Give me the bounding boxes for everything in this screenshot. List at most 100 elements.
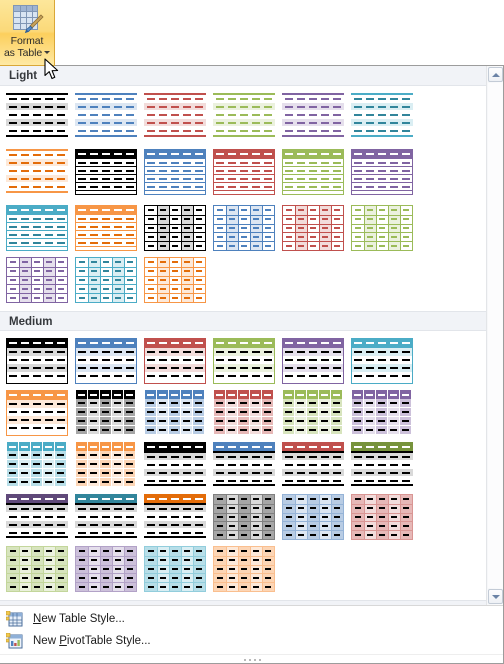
scroll-down-button[interactable] xyxy=(488,589,503,604)
style-grid-light xyxy=(0,86,486,311)
table-style-medium-11-preview xyxy=(282,390,344,438)
table-style-light-21-preview xyxy=(144,257,206,305)
format-as-table-gallery-screen: Format as Table Light Medium Dark New Tabl… xyxy=(0,0,504,664)
table-style-medium-23[interactable] xyxy=(282,492,351,544)
table-style-medium-21[interactable] xyxy=(144,492,213,544)
table-style-medium-13[interactable] xyxy=(6,440,75,492)
table-style-medium-19[interactable] xyxy=(6,492,75,544)
table-style-light-2[interactable] xyxy=(75,91,144,147)
table-style-medium-4[interactable] xyxy=(213,336,282,388)
format-as-table-button[interactable]: Format as Table xyxy=(0,0,55,66)
table-style-light-8[interactable] xyxy=(75,147,144,199)
table-style-medium-4-preview xyxy=(213,338,275,386)
table-style-light-15-preview xyxy=(144,205,206,253)
chevron-down-icon[interactable] xyxy=(44,50,51,54)
format-as-table-label: Format as Table xyxy=(4,35,51,59)
table-style-medium-16[interactable] xyxy=(213,440,282,492)
table-style-medium-8[interactable] xyxy=(75,388,144,440)
table-style-medium-10-preview xyxy=(213,390,275,438)
table-style-medium-16-preview xyxy=(213,442,275,490)
new-pivottable-style-label: New PivotTable Style... xyxy=(33,635,151,647)
table-style-medium-25-preview xyxy=(6,546,68,594)
paintbrush-icon xyxy=(24,14,44,34)
table-style-medium-1[interactable] xyxy=(6,336,75,388)
section-header-dark: Dark xyxy=(0,600,486,605)
table-style-light-9-preview xyxy=(144,149,206,197)
table-style-medium-1-preview xyxy=(6,338,68,386)
table-style-light-14-preview xyxy=(75,205,137,253)
table-style-light-15[interactable] xyxy=(144,203,213,255)
table-style-medium-27-preview xyxy=(144,546,206,594)
new-table-style-label: New Table Style... xyxy=(33,613,125,625)
table-style-medium-19-preview xyxy=(6,494,68,542)
table-style-medium-27[interactable] xyxy=(144,544,213,596)
scrollbar-track[interactable] xyxy=(488,83,502,588)
table-style-light-12[interactable] xyxy=(351,147,420,199)
table-style-medium-12[interactable] xyxy=(351,388,420,440)
table-style-light-12-preview xyxy=(351,149,413,197)
table-style-light-6-preview xyxy=(351,93,413,145)
table-style-medium-20[interactable] xyxy=(75,492,144,544)
gallery-scroll-area[interactable]: Light Medium Dark xyxy=(0,66,486,605)
table-style-medium-15[interactable] xyxy=(144,440,213,492)
new-pivottable-style-menu-item[interactable]: New PivotTable Style... xyxy=(0,630,503,652)
table-style-medium-26-preview xyxy=(75,546,137,594)
section-header-medium: Medium xyxy=(0,311,486,331)
table-style-light-13[interactable] xyxy=(6,203,75,255)
table-style-medium-10[interactable] xyxy=(213,388,282,440)
table-style-medium-14-preview xyxy=(75,442,137,490)
table-style-light-16-preview xyxy=(213,205,275,253)
table-brush-icon xyxy=(11,4,44,34)
table-style-light-5[interactable] xyxy=(282,91,351,147)
table-style-medium-17-preview xyxy=(282,442,344,490)
table-style-light-17[interactable] xyxy=(282,203,351,255)
scroll-up-button[interactable] xyxy=(488,67,503,82)
table-style-light-16[interactable] xyxy=(213,203,282,255)
table-style-light-21[interactable] xyxy=(144,255,213,307)
table-style-light-1[interactable] xyxy=(6,91,75,147)
table-style-light-4[interactable] xyxy=(213,91,282,147)
table-style-medium-24[interactable] xyxy=(351,492,420,544)
table-style-light-19[interactable] xyxy=(6,255,75,307)
table-style-medium-6-preview xyxy=(351,338,413,386)
table-style-medium-5[interactable] xyxy=(282,336,351,388)
table-style-light-2-preview xyxy=(75,93,137,145)
table-style-medium-18[interactable] xyxy=(351,440,420,492)
table-style-medium-17[interactable] xyxy=(282,440,351,492)
table-style-medium-15-preview xyxy=(144,442,206,490)
table-style-light-17-preview xyxy=(282,205,344,253)
table-style-medium-25[interactable] xyxy=(6,544,75,596)
table-style-medium-14[interactable] xyxy=(75,440,144,492)
table-style-medium-6[interactable] xyxy=(351,336,420,388)
scroll-down-arrow-icon xyxy=(491,594,500,599)
table-style-medium-26[interactable] xyxy=(75,544,144,596)
table-style-light-20[interactable] xyxy=(75,255,144,307)
table-style-medium-2[interactable] xyxy=(75,336,144,388)
table-style-light-6[interactable] xyxy=(351,91,420,147)
table-style-light-3[interactable] xyxy=(144,91,213,147)
resize-grip[interactable] xyxy=(0,654,503,663)
table-style-light-5-preview xyxy=(282,93,344,145)
table-styles-gallery: Light Medium Dark New Table Style... New Pi… xyxy=(0,65,504,664)
table-style-medium-3-preview xyxy=(144,338,206,386)
table-style-medium-7[interactable] xyxy=(6,388,75,440)
table-style-light-4-preview xyxy=(213,93,275,145)
table-style-medium-11[interactable] xyxy=(282,388,351,440)
table-style-light-7[interactable] xyxy=(6,147,75,203)
table-style-medium-28-preview xyxy=(213,546,275,594)
table-style-medium-9[interactable] xyxy=(144,388,213,440)
table-style-medium-28[interactable] xyxy=(213,544,282,596)
scroll-up-arrow-icon xyxy=(491,72,500,77)
table-style-medium-21-preview xyxy=(144,494,206,542)
table-style-medium-22[interactable] xyxy=(213,492,282,544)
table-style-light-18[interactable] xyxy=(351,203,420,255)
table-style-light-14[interactable] xyxy=(75,203,144,255)
table-style-light-11[interactable] xyxy=(282,147,351,199)
gallery-scrollbar[interactable] xyxy=(486,66,503,605)
table-style-light-10[interactable] xyxy=(213,147,282,199)
table-style-light-20-preview xyxy=(75,257,137,305)
new-table-style-menu-item[interactable]: New Table Style... xyxy=(0,608,503,630)
table-style-light-9[interactable] xyxy=(144,147,213,199)
table-style-medium-3[interactable] xyxy=(144,336,213,388)
gallery-body: Light Medium Dark xyxy=(0,66,503,605)
